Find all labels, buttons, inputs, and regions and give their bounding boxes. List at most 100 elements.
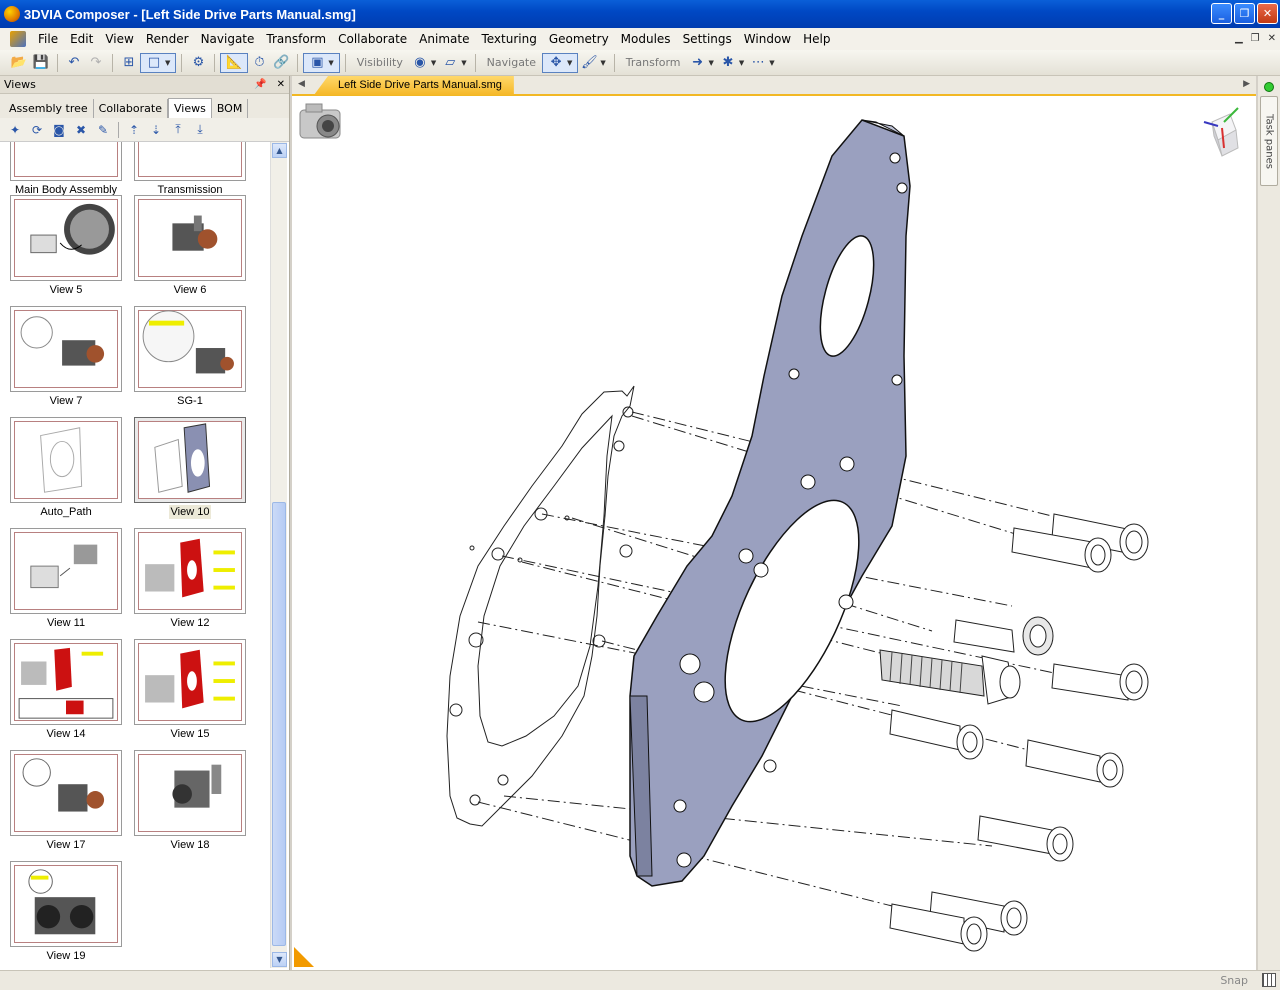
document-icon[interactable]	[10, 31, 26, 47]
bolt-part[interactable]	[977, 815, 1074, 862]
camera-icon[interactable]	[299, 103, 341, 139]
view-label: View 19	[46, 950, 86, 962]
snap-toggle[interactable]: Snap	[1220, 974, 1248, 987]
move-top-icon[interactable]: ⤒	[169, 122, 187, 138]
view-label: View 17	[46, 839, 86, 851]
open-icon[interactable]: 📂	[9, 53, 29, 73]
view-item[interactable]: Auto_Path	[10, 417, 122, 519]
timer-icon[interactable]: ⏱	[249, 53, 269, 73]
grid-icon[interactable]	[1262, 973, 1276, 987]
bolt-part[interactable]	[1025, 739, 1124, 788]
view-item[interactable]: View 18	[134, 750, 246, 852]
menu-texturing[interactable]: Texturing	[475, 28, 542, 50]
menu-modules[interactable]: Modules	[615, 28, 677, 50]
gear-icon[interactable]: ⚙	[188, 53, 208, 73]
menu-edit[interactable]: Edit	[64, 28, 99, 50]
camera-view-icon[interactable]: ◙	[50, 122, 68, 138]
minimize-button[interactable]: _	[1211, 3, 1232, 24]
explode-icon[interactable]: ✱	[718, 53, 738, 73]
tab-collaborate[interactable]: Collaborate	[94, 99, 168, 118]
menu-view[interactable]: View	[99, 28, 139, 50]
view-label: SG-1	[177, 395, 203, 407]
transform-label: Transform	[625, 56, 681, 69]
view-item[interactable]: View 15	[134, 639, 246, 741]
menu-navigate[interactable]: Navigate	[195, 28, 261, 50]
view-label: View 11	[46, 617, 86, 629]
mdi-close-icon[interactable]: ✕	[1268, 33, 1276, 44]
menu-render[interactable]: Render	[140, 28, 195, 50]
tab-scroll-right-icon[interactable]: ▶	[1243, 79, 1250, 89]
view-item[interactable]: View 11	[10, 528, 122, 630]
edit-view-icon[interactable]: ✎	[94, 122, 112, 138]
view-item[interactable]: View 6	[134, 195, 246, 297]
threaded-bolt-part[interactable]	[879, 649, 1021, 705]
redo-icon[interactable]: ↷	[86, 53, 106, 73]
gasket-part[interactable]	[446, 385, 635, 827]
tab-scroll-left-icon[interactable]: ◀	[298, 79, 305, 89]
view-item[interactable]: View 19	[10, 861, 122, 963]
menu-file[interactable]: File	[32, 28, 64, 50]
render-mode-dropdown[interactable]: ▣ ▼	[303, 52, 340, 73]
view-item[interactable]: SG-1	[134, 306, 246, 408]
measure-toggle[interactable]: 📐	[220, 52, 249, 73]
view-item[interactable]: View 5	[10, 195, 122, 297]
menu-help[interactable]: Help	[797, 28, 836, 50]
visibility-icon[interactable]: ◉	[410, 53, 430, 73]
view-item[interactable]: View 10	[134, 417, 246, 519]
close-button[interactable]: ✕	[1257, 3, 1278, 24]
bolt-part[interactable]	[889, 709, 984, 760]
view-item[interactable]: Main Body Assembly	[10, 142, 122, 197]
view-item[interactable]: View 7	[10, 306, 122, 408]
drive-plate-part[interactable]	[629, 119, 911, 887]
scrollbar-thumb[interactable]	[272, 502, 286, 946]
view-label: View 10	[168, 505, 212, 519]
link-icon[interactable]: 🔗	[271, 53, 291, 73]
scroll-down-icon[interactable]: ▼	[272, 952, 287, 967]
create-view-icon[interactable]: ✦	[6, 122, 24, 138]
bolt-part[interactable]	[953, 616, 1054, 656]
orientation-cube-icon[interactable]	[1203, 107, 1239, 157]
views-scrollbar[interactable]: ▲ ▼	[270, 142, 287, 968]
move-bottom-icon[interactable]: ⤓	[191, 122, 209, 138]
eraser-icon[interactable]: ▱	[440, 53, 460, 73]
save-icon[interactable]: 💾	[31, 53, 51, 73]
menu-bar: File Edit View Render Navigate Transform…	[0, 28, 1280, 50]
paint-icon[interactable]: 🖌	[579, 53, 599, 73]
resize-grip-icon[interactable]	[294, 947, 314, 967]
document-tab[interactable]: Left Side Drive Parts Manual.smg	[314, 76, 514, 95]
menu-transform[interactable]: Transform	[260, 28, 332, 50]
view-item[interactable]: View 17	[10, 750, 122, 852]
navigate-mode-dropdown[interactable]: ✥ ▼	[542, 52, 579, 73]
align-icon[interactable]: ⋯	[748, 53, 768, 73]
bolt-part[interactable]	[1051, 663, 1149, 701]
scroll-up-icon[interactable]: ▲	[272, 143, 287, 158]
update-view-icon[interactable]: ⟳	[28, 122, 46, 138]
menu-animate[interactable]: Animate	[413, 28, 475, 50]
menu-settings[interactable]: Settings	[677, 28, 738, 50]
undo-icon[interactable]: ↶	[64, 53, 84, 73]
menu-geometry[interactable]: Geometry	[543, 28, 615, 50]
view-item[interactable]: View 14	[10, 639, 122, 741]
menu-window[interactable]: Window	[738, 28, 797, 50]
3d-viewport[interactable]	[292, 96, 1256, 970]
task-panes-tab[interactable]: Task panes	[1260, 96, 1278, 186]
menu-collaborate[interactable]: Collaborate	[332, 28, 413, 50]
panel-tabs: Assembly tree Collaborate Views BOM	[0, 94, 289, 118]
mdi-minimize-icon[interactable]: ▁	[1235, 33, 1243, 44]
view-item[interactable]: View 12	[134, 528, 246, 630]
view-item[interactable]: Transmission Assembly	[134, 142, 246, 210]
move-icon[interactable]: ➜	[688, 53, 708, 73]
tab-bom[interactable]: BOM	[212, 99, 249, 118]
move-up-icon[interactable]: ⇡	[125, 122, 143, 138]
delete-view-icon[interactable]: ✖	[72, 122, 90, 138]
zoom-fit-icon[interactable]: ⊞	[119, 53, 139, 73]
tab-assembly-tree[interactable]: Assembly tree	[4, 99, 94, 118]
move-down-icon[interactable]: ⇣	[147, 122, 165, 138]
mdi-restore-icon[interactable]: ❐	[1251, 33, 1260, 44]
restore-button[interactable]: ❐	[1234, 3, 1255, 24]
selected-view-thumb[interactable]	[134, 417, 246, 503]
pin-icon[interactable]: 📌	[254, 79, 266, 90]
tab-views[interactable]: Views	[167, 98, 212, 118]
selection-mode-dropdown[interactable]: □ ▼	[140, 52, 177, 73]
panel-close-icon[interactable]: ✕	[277, 79, 285, 90]
